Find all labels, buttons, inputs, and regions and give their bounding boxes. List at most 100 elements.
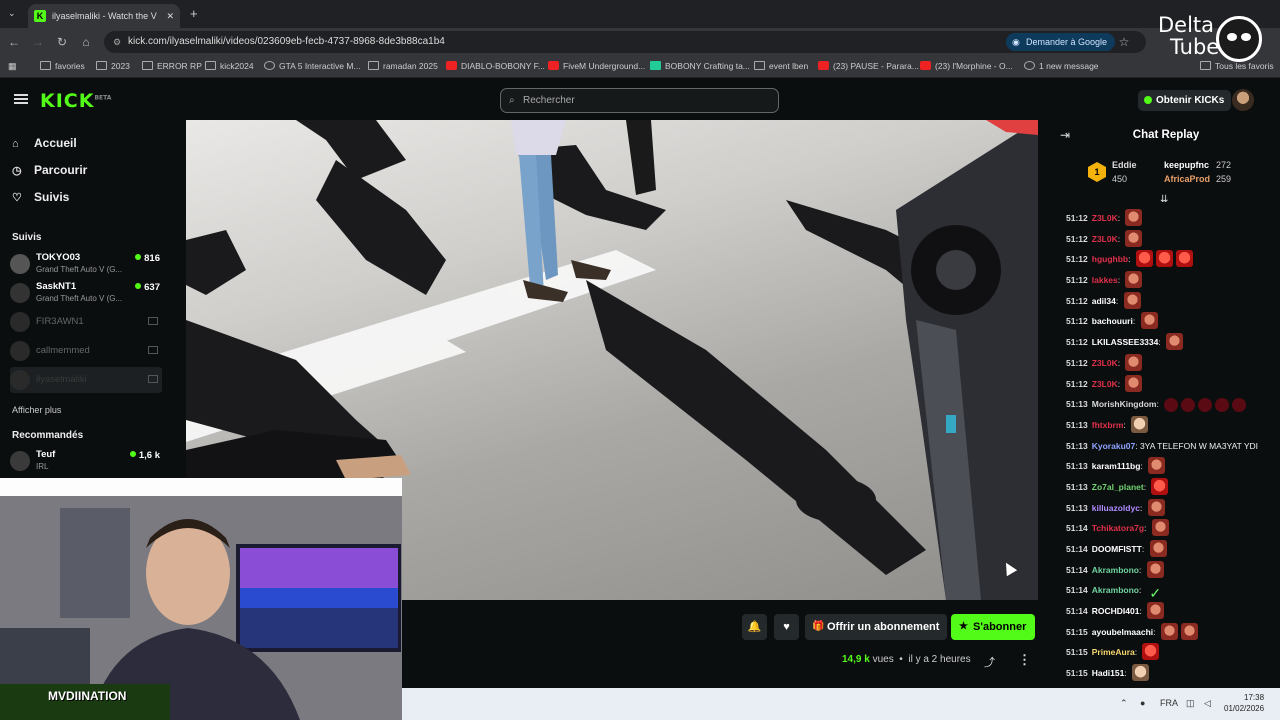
bookmark-star-icon[interactable]: ☆ <box>1116 34 1132 50</box>
tray-arrow-icon[interactable]: ⌃ <box>1120 698 1128 709</box>
message-username[interactable]: PrimeAura <box>1092 647 1135 657</box>
message-username[interactable]: Zo7al_planet <box>1092 482 1144 492</box>
followed-channel[interactable]: TOKYO03 Grand Theft Auto V (G... 816 <box>10 251 162 277</box>
bookmark-item[interactable]: Tous les favoris <box>1200 61 1274 71</box>
message-username[interactable]: Z3L0K <box>1092 234 1118 244</box>
notifications-button[interactable]: 🔔 <box>742 614 767 640</box>
forward-icon[interactable]: → <box>30 34 46 50</box>
show-more-link[interactable]: Afficher plus <box>12 405 61 415</box>
offline-icon <box>148 317 158 325</box>
message-username[interactable]: Hadi151 <box>1092 668 1125 678</box>
chat-message: 51:13 fhtxbrm: <box>1066 415 1278 436</box>
bookmark-item[interactable]: DIABLO-BOBONY F... <box>446 61 545 71</box>
message-username[interactable]: adil34 <box>1092 296 1116 306</box>
message-username[interactable]: LKILASSEE3334 <box>1092 337 1159 347</box>
message-username[interactable]: ayoubelmaachi <box>1092 627 1153 637</box>
top-gifter-amount: 450 <box>1112 174 1128 184</box>
bookmark-item[interactable]: kick2024 <box>205 61 254 71</box>
followed-channel[interactable]: FIR3AWN1 <box>10 309 162 335</box>
gift-sub-button[interactable]: Offrir un abonnement <box>805 614 948 640</box>
bookmark-item[interactable]: (23) PAUSE - Parara... <box>818 61 919 71</box>
message-username[interactable]: karam111bg <box>1092 461 1141 471</box>
back-icon[interactable]: ← <box>6 34 22 50</box>
second-gifter-amount: 272 <box>1216 160 1232 170</box>
message-username[interactable]: lakkes <box>1092 275 1118 285</box>
mic-icon[interactable]: ● <box>1140 698 1145 708</box>
message-username[interactable]: Z3L0K <box>1092 213 1118 223</box>
url-bar[interactable]: ⚙ kick.com/ilyaselmaliki/videos/023609eb… <box>104 31 1146 53</box>
bookmark-item[interactable]: favories <box>40 61 85 71</box>
message-username[interactable]: Tchikatora7g <box>1092 523 1144 533</box>
bookmark-item[interactable]: event lben <box>754 61 808 71</box>
sidebar-item-browse[interactable]: ◷ Parcourir <box>12 163 87 177</box>
bookmark-item[interactable]: FiveM Underground... <box>548 61 645 71</box>
tab-list-icon[interactable]: ⌄ <box>8 8 16 19</box>
user-avatar[interactable] <box>1232 89 1254 111</box>
message-separator: : <box>1141 544 1147 554</box>
followed-channel[interactable]: ilyaselmaliki <box>10 367 162 393</box>
watermark-logo-icon <box>1216 16 1262 62</box>
message-time: 51:12 <box>1066 295 1088 306</box>
viewer-count: 1,6 k <box>130 450 160 461</box>
message-username[interactable]: Kyoraku07 <box>1092 441 1135 451</box>
follow-button[interactable]: ♥ <box>774 614 799 640</box>
reload-icon[interactable]: ↻ <box>54 34 70 50</box>
message-username[interactable]: Z3L0K <box>1092 358 1118 368</box>
home-browser-icon[interactable]: ⌂ <box>78 34 94 50</box>
emote-icon <box>1148 457 1166 475</box>
message-username[interactable]: ROCHDI401 <box>1092 606 1140 616</box>
volume-icon[interactable]: ◁ <box>1204 698 1211 709</box>
sidebar-item-home[interactable]: ⌂ Accueil <box>12 136 77 150</box>
bookmark-item[interactable]: GTA 5 Interactive M... <box>264 61 361 71</box>
followed-channel[interactable]: SaskNT1 Grand Theft Auto V (G... 637 <box>10 280 162 306</box>
site-info-icon[interactable]: ⚙ <box>113 31 121 53</box>
message-time: 51:14 <box>1066 564 1088 575</box>
search-input[interactable]: ⌕ Rechercher <box>500 88 779 113</box>
message-username[interactable]: Z3L0K <box>1092 379 1118 389</box>
bookmark-item[interactable]: 1 new message <box>1024 61 1099 71</box>
taskbar-clock[interactable]: 17:38 01/02/2026 <box>1224 692 1264 714</box>
message-text: 3YA TELEFON W MA3YAT YDI <box>1139 440 1259 451</box>
share-icon[interactable]: ⤴ <box>984 654 995 670</box>
message-username[interactable]: killuazoldyc <box>1092 503 1140 513</box>
followed-channel[interactable]: callmemmed <box>10 338 162 364</box>
network-icon[interactable]: ◫ <box>1186 698 1195 709</box>
message-username[interactable]: Akrambono <box>1092 585 1139 595</box>
apps-grid-icon[interactable]: ▦ <box>8 61 17 72</box>
kick-logo[interactable]: KICKBETA <box>40 90 111 112</box>
subscribe-button[interactable]: S'abonner <box>951 614 1036 640</box>
message-username[interactable]: bachouuri <box>1092 316 1133 326</box>
bookmark-item[interactable]: BOBONY Crafting ta... <box>650 61 750 71</box>
second-gifter-name[interactable]: keepupfnc <box>1164 160 1209 170</box>
channel-game: Grand Theft Auto V (G... <box>36 265 123 274</box>
more-options-icon[interactable]: ⋮ <box>1018 652 1031 668</box>
emote-icon <box>1180 622 1198 640</box>
new-tab-icon[interactable]: + <box>190 6 198 21</box>
emote-icon <box>1125 209 1143 226</box>
recommended-channel[interactable]: Teuf IRL 1,6 k <box>10 448 162 474</box>
emote-icon <box>1135 250 1153 268</box>
bookmark-item[interactable]: ramadan 2025 <box>368 61 438 71</box>
language-indicator[interactable]: FRA <box>1160 698 1178 708</box>
message-username[interactable]: Akrambono <box>1092 565 1139 575</box>
message-separator: : <box>1153 626 1158 637</box>
bookmark-item[interactable]: ERROR RP <box>142 61 202 71</box>
sidebar-item-following[interactable]: ♡ Suivis <box>12 190 69 204</box>
ask-google-button[interactable]: ◉ Demander à Google <box>1006 33 1116 51</box>
close-tab-icon[interactable]: ✕ <box>166 11 174 22</box>
chat-message: 51:12 bachouuri: <box>1066 311 1278 332</box>
browser-tab[interactable]: K ilyaselmaliki - Watch the V ✕ <box>28 4 180 28</box>
message-time: 51:14 <box>1066 585 1088 596</box>
third-gifter-name[interactable]: AfricaProd <box>1164 174 1210 184</box>
message-username[interactable]: fhtxbrm <box>1092 420 1124 430</box>
menu-icon[interactable] <box>14 94 28 104</box>
bookmark-item[interactable]: (23) l'Morphine - O... <box>920 61 1013 71</box>
bookmark-item[interactable]: 2023 <box>96 61 130 71</box>
top-gifter-name[interactable]: Eddie <box>1112 160 1137 170</box>
message-username[interactable]: DOOMFISTT <box>1092 544 1142 554</box>
message-username[interactable]: hgughbb <box>1092 254 1128 264</box>
scroll-bottom-icon[interactable]: ⇊ <box>1160 194 1168 205</box>
ask-google-label: Demander à Google <box>1026 37 1108 47</box>
message-username[interactable]: MorishKingdom <box>1092 399 1157 409</box>
get-kicks-button[interactable]: Obtenir KICKs <box>1138 90 1232 111</box>
